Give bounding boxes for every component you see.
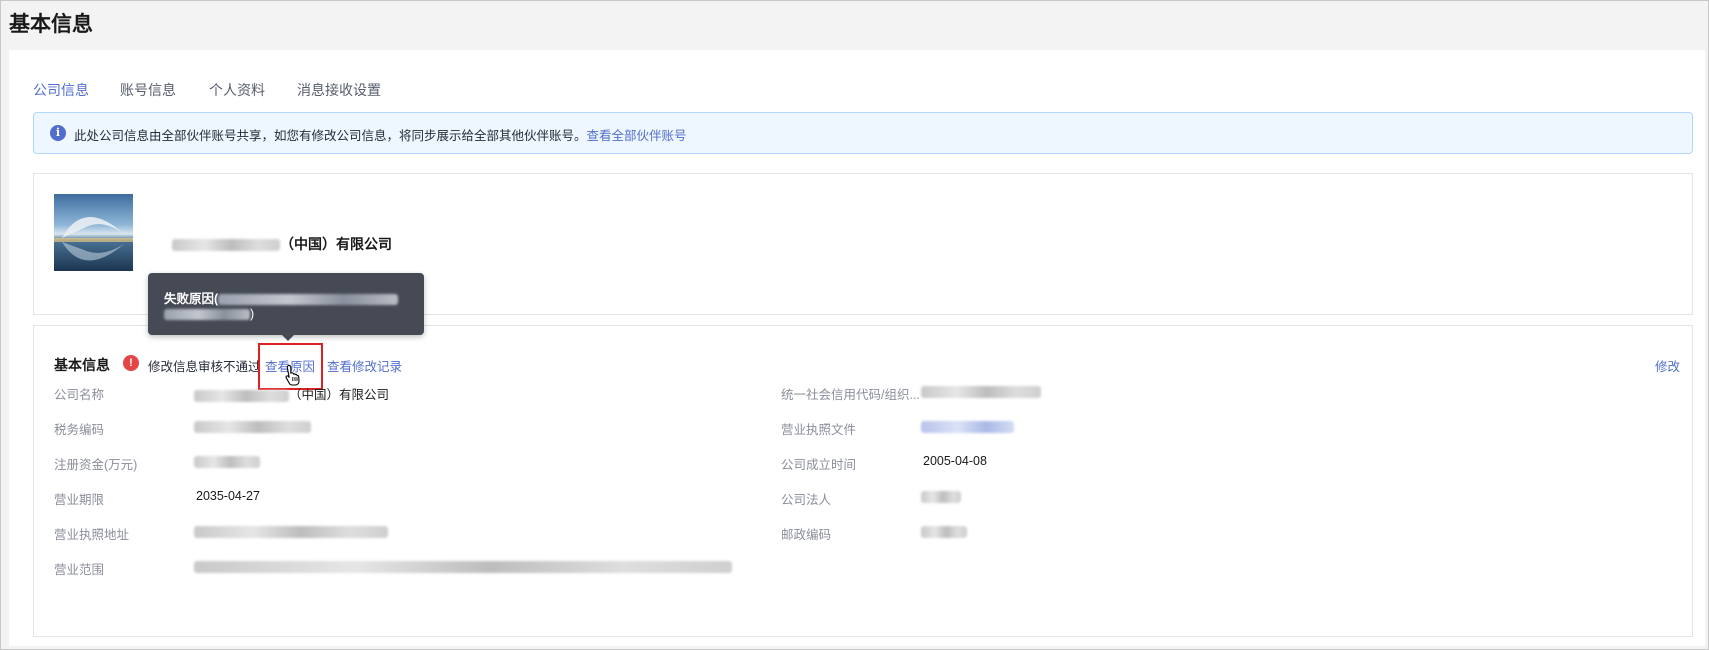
license-address-label: 营业执照地址 xyxy=(54,528,130,542)
info-notice: i 此处公司信息由全部伙伴账号共享，如您有修改公司信息，将同步展示给全部其他伙伴… xyxy=(33,112,1693,154)
business-term-label: 营业期限 xyxy=(54,493,105,507)
tab-personal-profile[interactable]: 个人资料 xyxy=(209,80,265,100)
notice-text: 此处公司信息由全部伙伴账号共享，如您有修改公司信息，将同步展示给全部其他伙伴账号… xyxy=(74,129,587,143)
founding-date-value: 2005-04-08 xyxy=(923,454,987,468)
license-file-link[interactable] xyxy=(921,419,1014,433)
business-scope-value xyxy=(194,559,732,573)
company-name-redacted xyxy=(172,239,280,252)
postal-code-label: 邮政编码 xyxy=(781,528,832,542)
failure-reason-tooltip: 失败原因( ) xyxy=(148,273,424,341)
page-title: 基本信息 xyxy=(9,13,93,36)
edit-link[interactable]: 修改 xyxy=(1655,356,1680,375)
business-scope-label: 营业范围 xyxy=(54,563,105,577)
tab-account-info[interactable]: 账号信息 xyxy=(120,80,176,100)
basic-info-section: 基本信息 ! 修改信息审核不通过 查看原因 查看修改记录 修改 公司名称 （中国… xyxy=(33,325,1693,637)
company-name-label: 公司名称 xyxy=(54,388,105,402)
company-logo xyxy=(54,194,133,271)
tab-company-info[interactable]: 公司信息 xyxy=(33,80,89,100)
review-status-text: 修改信息审核不通过 xyxy=(148,360,261,374)
registered-capital-value xyxy=(194,454,260,468)
content-card: 公司信息 账号信息 个人资料 消息接收设置 i 此处公司信息由全部伙伴账号共享，… xyxy=(9,50,1705,646)
business-term-value: 2035-04-27 xyxy=(196,489,260,503)
tab-message-settings[interactable]: 消息接收设置 xyxy=(297,80,381,100)
legal-representative-label: 公司法人 xyxy=(781,493,832,507)
registered-capital-label: 注册资金(万元) xyxy=(54,458,138,472)
postal-code-value xyxy=(921,524,967,538)
exclamation-icon: ! xyxy=(123,355,139,371)
section-title: 基本信息 xyxy=(54,357,110,373)
license-file-label: 营业执照文件 xyxy=(781,423,857,437)
company-name-value: （中国）有限公司 xyxy=(194,384,389,403)
credit-code-value xyxy=(921,384,1041,398)
credit-code-label: 统一社会信用代码/组织... xyxy=(781,388,920,402)
hand-cursor-icon xyxy=(285,364,300,386)
tax-code-label: 税务编码 xyxy=(54,423,105,437)
tooltip-arrow xyxy=(282,335,294,341)
legal-representative-value xyxy=(921,489,961,503)
license-address-value xyxy=(194,524,388,538)
view-history-link[interactable]: 查看修改记录 xyxy=(327,356,402,375)
view-all-partner-accounts-link[interactable]: 查看全部伙伴账号 xyxy=(587,129,687,143)
info-icon: i xyxy=(50,125,66,141)
tax-code-value xyxy=(194,419,311,433)
tooltip-title: 失败原因( xyxy=(164,292,219,306)
company-name: （中国）有限公司 xyxy=(172,234,392,254)
founding-date-label: 公司成立时间 xyxy=(781,458,857,472)
